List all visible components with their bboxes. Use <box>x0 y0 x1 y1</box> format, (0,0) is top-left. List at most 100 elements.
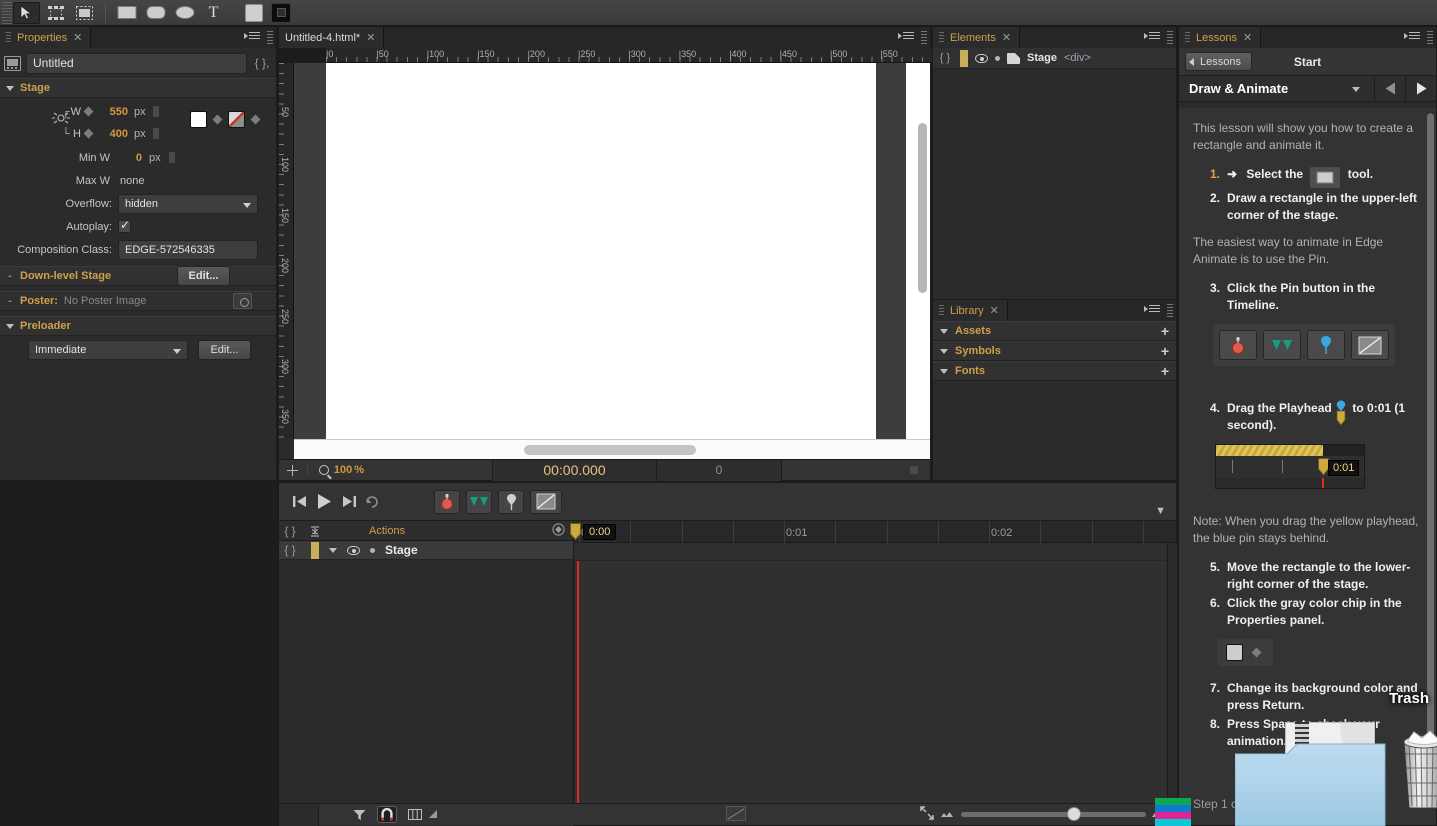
chevron-down-icon[interactable] <box>329 547 337 553</box>
code-braces-icon[interactable]: { } <box>937 52 953 64</box>
folder-icon[interactable] <box>1235 742 1390 826</box>
lesson-content[interactable]: This lesson will show you how to create … <box>1179 108 1436 825</box>
width-pin-button[interactable] <box>151 105 160 118</box>
min-width-unit[interactable]: px <box>149 152 161 164</box>
row-label[interactable]: Stage <box>385 543 418 557</box>
lock-dot-icon[interactable] <box>370 547 375 553</box>
tab-document[interactable]: Untitled-4.html* ✕ <box>279 27 385 48</box>
add-asset-icon[interactable]: + <box>1161 323 1169 339</box>
panel-menu-icon[interactable] <box>1144 304 1160 316</box>
chevron-double-down-icon[interactable]: ▼ <box>1155 505 1166 517</box>
rectangle-tool-button[interactable] <box>113 2 140 24</box>
autoplay-checkbox[interactable] <box>118 218 131 233</box>
timeline-tracks-pane[interactable]: 0:00 0:01 0:02 0:00 <box>570 521 1400 803</box>
undo-button[interactable] <box>365 495 379 508</box>
stage-canvas-area[interactable] <box>294 63 930 439</box>
lock-dot-icon[interactable] <box>995 55 1000 61</box>
timeline-layers-body[interactable] <box>279 560 573 826</box>
close-icon[interactable]: ✕ <box>1243 31 1252 44</box>
elements-list-body[interactable] <box>933 69 1176 318</box>
tab-lessons[interactable]: Lessons ✕ <box>1179 27 1262 48</box>
go-to-start-button[interactable] <box>293 495 307 508</box>
downlevel-section-header[interactable]: - Down-level Stage Edit... <box>0 266 276 286</box>
horizontal-ruler[interactable]: |0 |50 |100 |150 |200 |250 |300 |350 |400 |450 |50… <box>279 48 932 63</box>
panel-grip[interactable] <box>921 31 927 44</box>
center-stage-icon[interactable] <box>287 464 298 476</box>
library-group-assets[interactable]: Assets + <box>933 321 1176 341</box>
tab-library[interactable]: Library ✕ <box>933 300 1008 321</box>
vertical-ruler[interactable]: 50100150200250300350400 <box>279 63 294 475</box>
timeline-row-stage[interactable]: { } Stage <box>279 541 573 560</box>
scroll-thumb[interactable] <box>524 445 696 455</box>
height-pin-button[interactable] <box>151 127 160 140</box>
panel-menu-icon[interactable] <box>244 31 260 43</box>
overflow-select[interactable]: hidden <box>118 193 258 214</box>
code-braces-icon[interactable]: { }, <box>252 56 272 70</box>
camera-icon[interactable] <box>233 293 252 309</box>
zoom-value[interactable]: 100 <box>334 464 352 476</box>
transform-tool-button[interactable] <box>42 2 69 24</box>
min-width-pin-button[interactable] <box>167 151 176 164</box>
visibility-eye-icon[interactable] <box>975 53 988 63</box>
current-time-display[interactable]: 00:00.000 <box>492 459 657 481</box>
width-value[interactable]: 550 <box>96 106 128 118</box>
auto-transition-mode-button[interactable] <box>466 489 492 514</box>
rectangle-tool-chip[interactable] <box>1310 167 1341 188</box>
library-body[interactable] <box>933 381 1176 471</box>
downlevel-edit-button[interactable]: Edit... <box>177 266 230 286</box>
grid-snap-icon[interactable] <box>405 806 425 823</box>
zoom-slider-knob[interactable] <box>1067 807 1081 821</box>
close-icon[interactable]: ✕ <box>73 31 82 44</box>
panel-menu-icon[interactable] <box>1404 31 1420 43</box>
lessons-back-button[interactable]: Lessons <box>1185 52 1252 71</box>
tracks-vertical-scrollbar[interactable] <box>1167 543 1177 803</box>
background-image-keyframe-diamond[interactable] <box>250 114 261 125</box>
ellipse-tool-button[interactable] <box>171 2 198 24</box>
easing-button[interactable] <box>530 489 562 514</box>
zoom-icon[interactable] <box>318 465 329 475</box>
library-group-symbols[interactable]: Symbols + <box>933 341 1176 361</box>
zoom-out-icon[interactable] <box>940 809 954 821</box>
width-unit[interactable]: px <box>134 106 146 118</box>
max-width-value[interactable]: none <box>120 175 144 187</box>
add-symbol-icon[interactable]: + <box>1161 343 1169 359</box>
panel-menu-icon[interactable] <box>1144 31 1160 43</box>
toggle-pin-button[interactable] <box>498 489 524 514</box>
easing-preview-icon[interactable] <box>726 806 748 823</box>
rounded-rectangle-tool-button[interactable] <box>142 2 169 24</box>
current-frame-display[interactable]: 0 <box>657 459 782 481</box>
visibility-eye-icon[interactable] <box>347 545 360 555</box>
background-keyframe-diamond[interactable] <box>212 114 223 125</box>
element-row-stage[interactable]: { } Stage <div> <box>933 48 1176 69</box>
stage-vertical-scrollbar[interactable] <box>918 123 927 293</box>
timeline-ruler[interactable]: 0:00 0:01 0:02 <box>575 521 1400 543</box>
code-braces-icon[interactable]: { } <box>279 543 301 557</box>
auto-keyframe-mode-button[interactable] <box>434 489 460 514</box>
text-tool-button[interactable]: T <box>200 2 227 24</box>
add-font-icon[interactable]: + <box>1161 363 1169 379</box>
next-lesson-button[interactable] <box>1405 76 1436 101</box>
poster-section-header[interactable]: - Poster: No Poster Image <box>0 291 276 311</box>
element-name[interactable]: Stage <box>1027 52 1057 64</box>
panel-grip[interactable] <box>267 31 273 44</box>
panel-menu-icon[interactable] <box>898 31 914 43</box>
panel-grip[interactable] <box>1167 304 1173 317</box>
expand-tracks-icon[interactable] <box>920 806 934 823</box>
height-unit[interactable]: px <box>134 128 146 140</box>
background-color-swatch[interactable] <box>190 111 207 128</box>
collapse-all-icon[interactable] <box>309 525 321 537</box>
panel-grip[interactable] <box>1167 31 1173 44</box>
preloader-section-header[interactable]: Preloader <box>0 316 276 336</box>
playhead-handle[interactable] <box>570 523 581 540</box>
stage-section-header[interactable]: Stage <box>0 78 276 98</box>
timeline-zoom-slider[interactable] <box>961 807 1146 821</box>
filter-icon[interactable] <box>349 806 369 823</box>
tab-elements[interactable]: Elements ✕ <box>933 27 1021 48</box>
background-image-swatch[interactable] <box>228 111 245 128</box>
toolbar-grip[interactable] <box>2 1 12 24</box>
clipping-tool-button[interactable] <box>71 2 98 24</box>
preloader-select[interactable]: Immediate <box>28 340 188 360</box>
composition-name-input[interactable]: Untitled <box>26 52 247 74</box>
go-to-end-button[interactable] <box>342 495 356 508</box>
stroke-color-swatch[interactable] <box>271 2 291 23</box>
